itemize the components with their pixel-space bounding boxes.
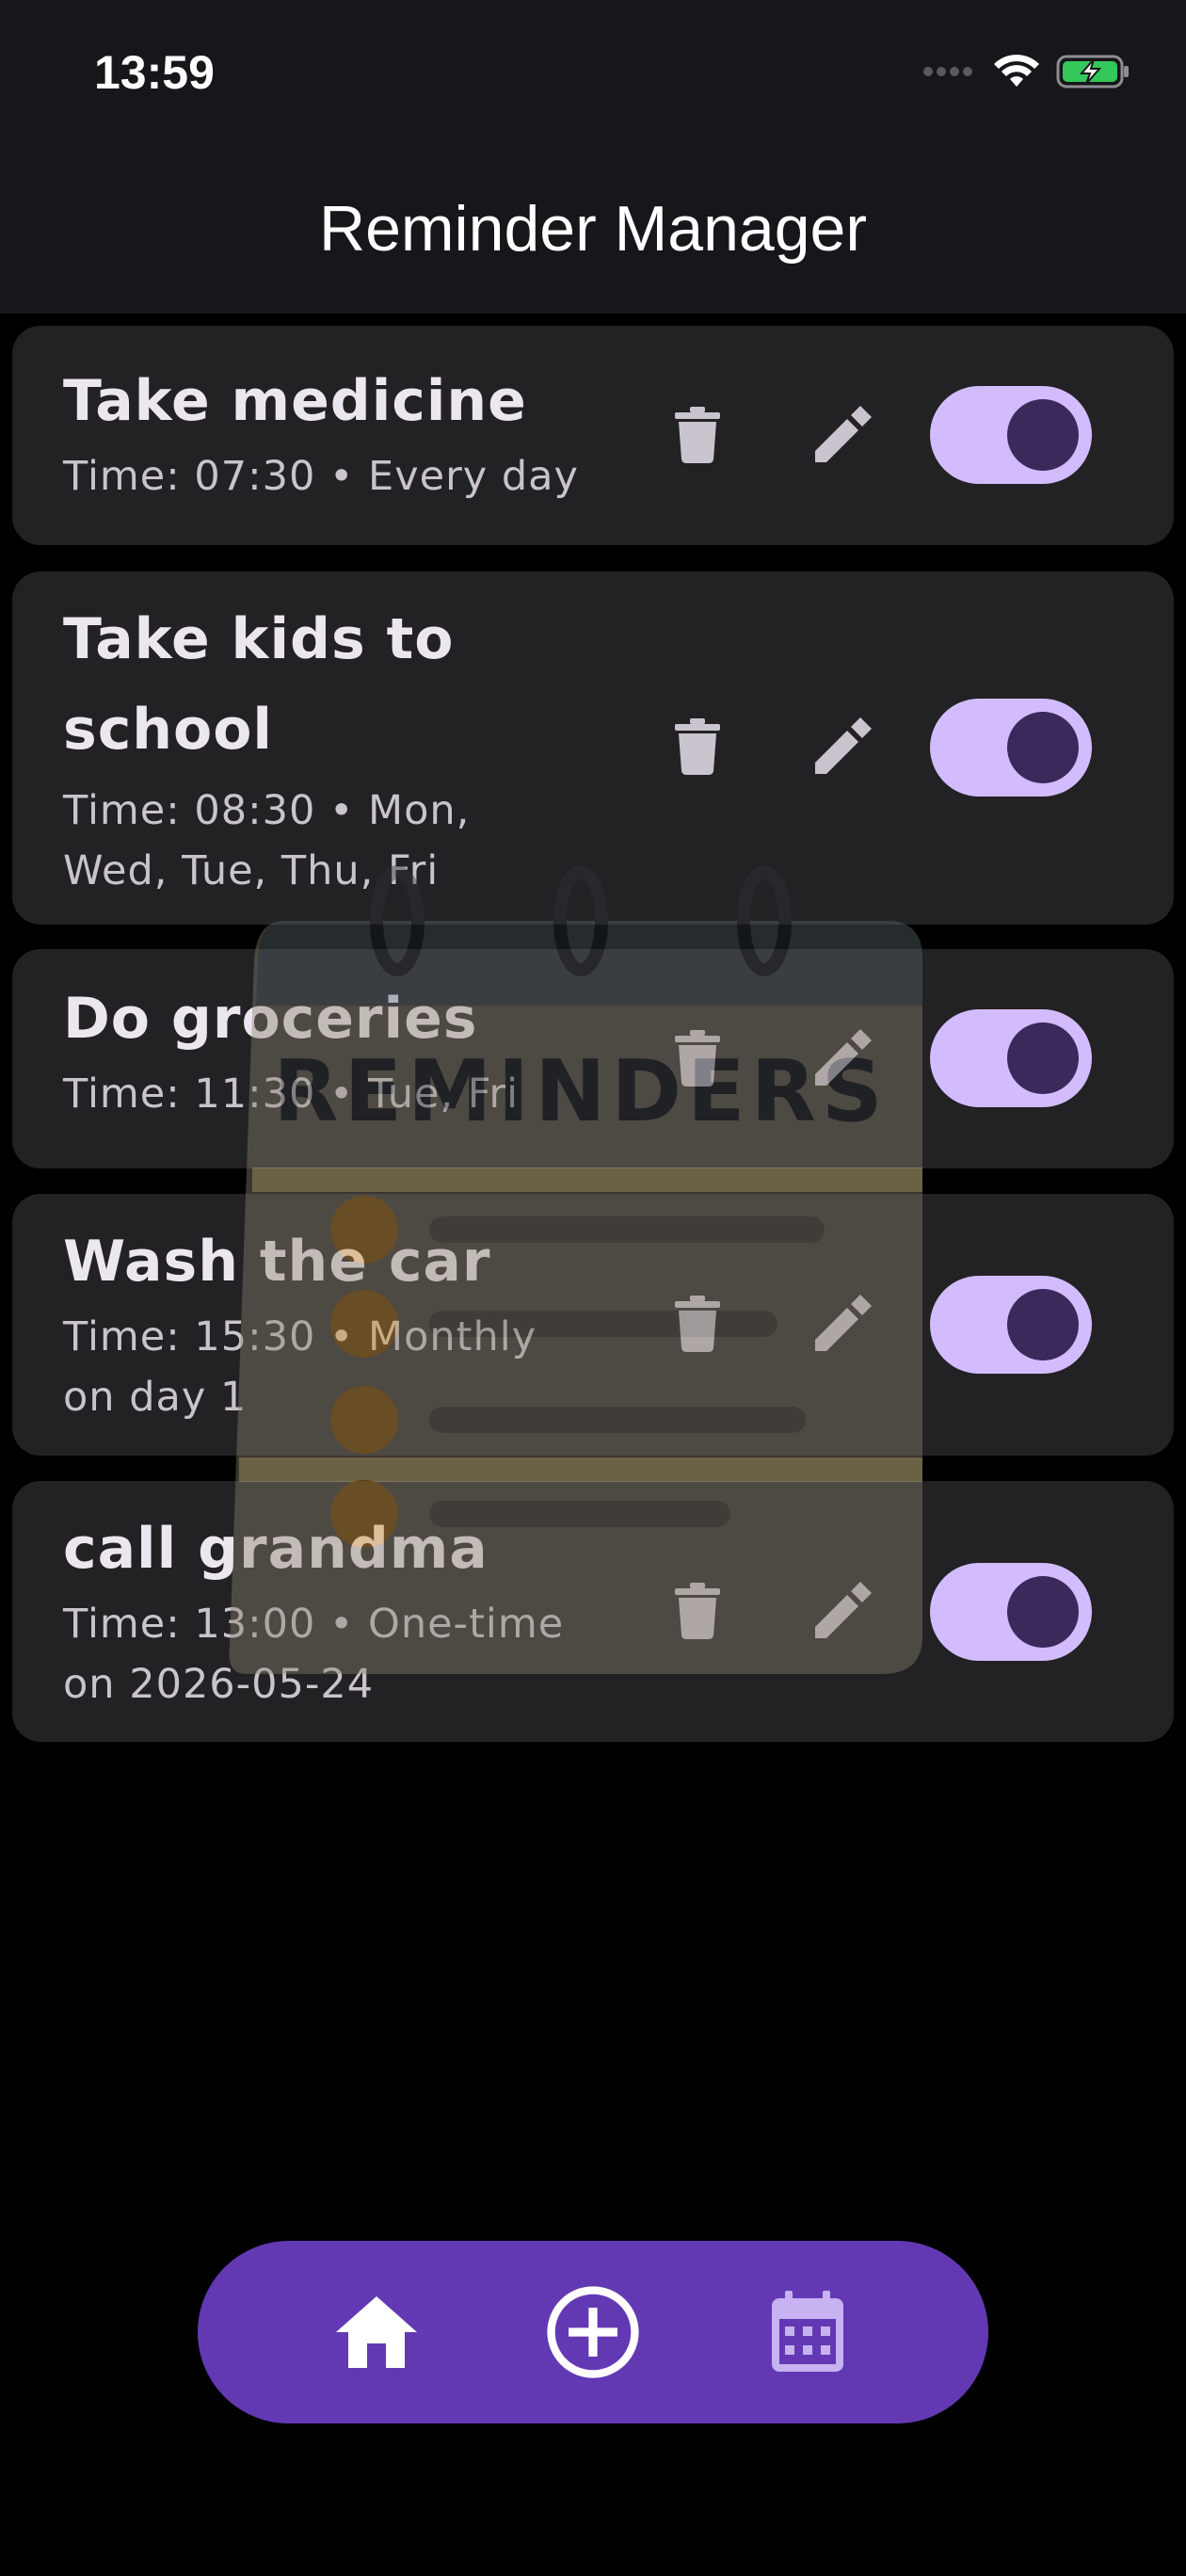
battery-charging-icon — [1056, 55, 1129, 89]
reminder-title: Take kids to school — [63, 606, 455, 763]
pencil-icon — [815, 1029, 872, 1086]
enable-toggle[interactable] — [930, 1563, 1092, 1661]
pencil-icon — [815, 717, 872, 774]
edit-button[interactable] — [805, 397, 880, 473]
home-icon — [336, 2296, 417, 2368]
toggle-knob — [1007, 1022, 1079, 1094]
reminder-subtitle: Time: 11:30 • Tue, Fri — [63, 1071, 520, 1118]
reminder-card: Take kids to school Time: 08:30 • Mon, W… — [12, 572, 1174, 925]
nav-calendar-button[interactable] — [761, 2285, 855, 2379]
nav-home-button[interactable] — [329, 2285, 424, 2379]
signal-icon — [923, 67, 972, 76]
enable-toggle[interactable] — [930, 386, 1092, 484]
edit-button[interactable] — [805, 1573, 880, 1649]
trash-icon — [675, 718, 720, 775]
reminder-subtitle: Time: 13:00 • One-time on 2026-05-24 — [63, 1601, 565, 1708]
pencil-icon — [815, 1295, 872, 1351]
wifi-icon — [994, 55, 1039, 87]
reminder-card: call grandma Time: 13:00 • One-time on 2… — [12, 1481, 1174, 1742]
calendar-icon — [772, 2291, 843, 2372]
status-icons — [922, 53, 1131, 90]
reminder-card: Take medicine Time: 07:30 • Every day — [12, 326, 1174, 545]
pencil-icon — [815, 406, 872, 462]
reminder-card: Wash the car Time: 15:30 • Monthly on da… — [12, 1194, 1174, 1456]
edit-button[interactable] — [805, 709, 880, 784]
trash-icon — [675, 1583, 720, 1639]
reminder-title: Wash the car — [63, 1229, 491, 1295]
nav-add-button[interactable] — [546, 2285, 640, 2379]
delete-button[interactable] — [660, 397, 735, 473]
delete-button[interactable] — [660, 1573, 735, 1649]
reminder-subtitle: Time: 08:30 • Mon, Wed, Tue, Thu, Fri — [63, 787, 471, 894]
toggle-knob — [1007, 712, 1079, 783]
reminder-card: Do groceries Time: 11:30 • Tue, Fri — [12, 949, 1174, 1168]
trash-icon — [675, 407, 720, 463]
reminder-title: Take medicine — [63, 368, 527, 434]
status-bar: 13:59 — [0, 0, 1186, 151]
toggle-knob — [1007, 1576, 1079, 1648]
reminder-subtitle: Time: 15:30 • Monthly on day 1 — [63, 1313, 537, 1421]
enable-toggle[interactable] — [930, 1276, 1092, 1374]
bottom-nav — [198, 2241, 988, 2423]
edit-button[interactable] — [805, 1021, 880, 1096]
delete-button[interactable] — [660, 1021, 735, 1096]
page-title: Reminder Manager — [318, 193, 868, 265]
reminder-title: call grandma — [63, 1516, 489, 1582]
reminder-subtitle: Time: 07:30 • Every day — [63, 453, 579, 500]
reminder-title: Do groceries — [63, 986, 478, 1052]
app-bar: Reminder Manager — [0, 151, 1186, 314]
delete-button[interactable] — [660, 1286, 735, 1361]
enable-toggle[interactable] — [930, 699, 1092, 797]
trash-icon — [675, 1030, 720, 1087]
add-circle-icon — [547, 2286, 639, 2378]
toggle-knob — [1007, 1289, 1079, 1360]
status-time: 13:59 — [94, 46, 215, 99]
delete-button[interactable] — [660, 709, 735, 784]
enable-toggle[interactable] — [930, 1009, 1092, 1107]
trash-icon — [675, 1296, 720, 1352]
edit-button[interactable] — [805, 1286, 880, 1361]
pencil-icon — [815, 1582, 872, 1638]
toggle-knob — [1007, 399, 1079, 471]
